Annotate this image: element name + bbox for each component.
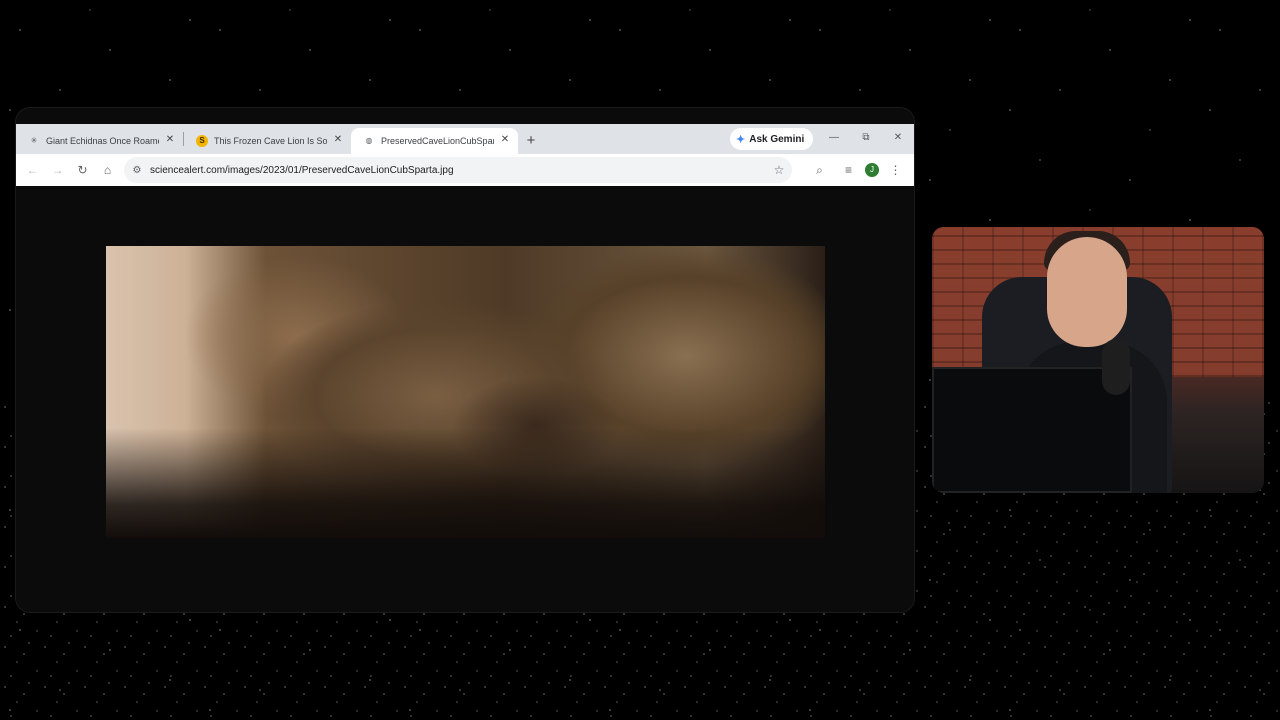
- s-favicon-icon: S: [196, 135, 208, 147]
- streamer-face: [1047, 237, 1127, 347]
- microphone: [1102, 339, 1130, 395]
- tab-title: Giant Echidnas Once Roamed A: [46, 136, 159, 146]
- cave-lion-cub-image[interactable]: [106, 246, 825, 538]
- google-lens-icon[interactable]: ⌕: [807, 158, 832, 182]
- close-tab-icon[interactable]: ✕: [163, 133, 177, 147]
- close-tab-icon[interactable]: ✕: [331, 133, 345, 147]
- new-tab-button[interactable]: +: [518, 128, 544, 154]
- tab-title: PreservedCaveLionCubSparta.jp: [381, 136, 494, 146]
- reading-list-icon[interactable]: ≡: [836, 158, 861, 182]
- echidna-favicon-icon: ✳: [30, 136, 38, 145]
- more-menu-icon[interactable]: ⋮: [883, 158, 908, 182]
- globe-favicon-icon: ◍: [365, 136, 373, 145]
- profile-avatar[interactable]: J: [865, 163, 879, 177]
- tab-title: This Frozen Cave Lion Is So We: [214, 136, 327, 146]
- minimize-button[interactable]: —: [824, 129, 844, 147]
- address-bar[interactable]: ⚙ sciencealert.com/images/2023/01/Preser…: [124, 157, 792, 183]
- tab-frozen-cave-lion[interactable]: S This Frozen Cave Lion Is So We ✕: [184, 128, 351, 154]
- restore-button[interactable]: ⧉: [856, 129, 876, 147]
- webcam-overlay: [932, 227, 1264, 493]
- toolbar-right-actions: ⌕ ≡ J ⋮: [807, 158, 908, 182]
- browser-window: ✳ Giant Echidnas Once Roamed A ✕ S This …: [16, 108, 914, 612]
- image-shadow: [106, 428, 825, 538]
- tab-giant-echidnas[interactable]: ✳ Giant Echidnas Once Roamed A ✕: [16, 128, 183, 154]
- gemini-sparkle-icon: ✦: [736, 133, 746, 146]
- forward-button[interactable]: →: [45, 158, 70, 182]
- ask-gemini-button[interactable]: ✦ Ask Gemini: [730, 128, 814, 150]
- site-info-icon[interactable]: ⚙: [124, 165, 150, 176]
- browser-toolbar: ← → ↻ ⌂ ⚙ sciencealert.com/images/2023/0…: [16, 154, 914, 186]
- ask-gemini-label: Ask Gemini: [749, 133, 805, 145]
- tab-preserved-cave-lion-image[interactable]: ◍ PreservedCaveLionCubSparta.jp ✕: [351, 128, 518, 154]
- url-text[interactable]: sciencealert.com/images/2023/01/Preserve…: [150, 165, 766, 176]
- tab-strip: ✳ Giant Echidnas Once Roamed A ✕ S This …: [16, 124, 914, 154]
- home-button[interactable]: ⌂: [95, 158, 120, 182]
- back-button[interactable]: ←: [20, 158, 45, 182]
- bookmark-star-icon[interactable]: ☆: [766, 163, 792, 177]
- close-tab-icon[interactable]: ✕: [498, 133, 512, 147]
- page-content: [16, 186, 914, 612]
- reload-button[interactable]: ↻: [70, 158, 95, 182]
- close-window-button[interactable]: ✕: [888, 129, 908, 147]
